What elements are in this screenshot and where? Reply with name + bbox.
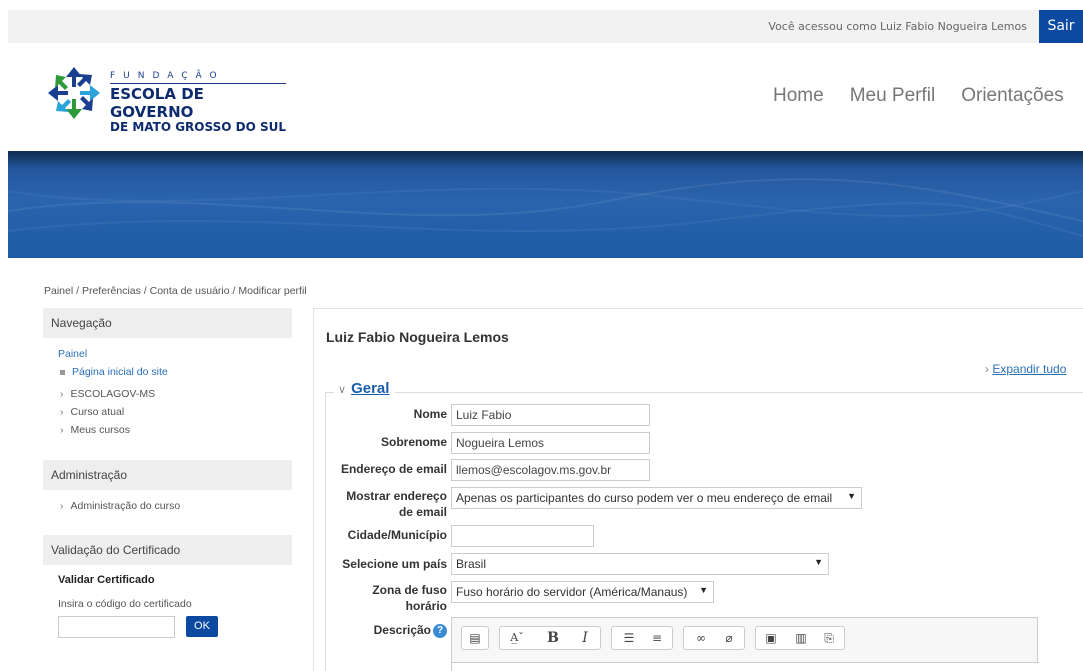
file-manager-icon[interactable]: ⎘ — [820, 630, 838, 646]
site-header: FUNDAÇÃO ESCOLA DE GOVERNO DE MATO GROSS… — [8, 43, 1083, 151]
logo-emblem-icon — [48, 67, 100, 119]
timezone-label-line-1: Zona de fuso — [372, 583, 447, 597]
image-icon[interactable]: ▣ — [762, 630, 780, 646]
show-more-buttons-icon[interactable]: ▤ — [466, 630, 484, 646]
certificate-block-title[interactable]: Validação do Certificado — [43, 535, 292, 565]
chevron-right-icon: › — [60, 500, 64, 512]
nav-item-meus-cursos[interactable]: › Meus cursos — [60, 424, 130, 436]
certificate-code-input[interactable] — [58, 616, 175, 638]
certificate-ok-button[interactable]: OK — [186, 616, 218, 637]
caret-down-icon: ▼ — [814, 557, 823, 567]
nav-item-curso-atual[interactable]: › Curso atual — [60, 406, 124, 418]
italic-icon[interactable]: I — [576, 630, 594, 646]
surname-label: Sobrenome — [380, 435, 447, 449]
logged-in-user-text: Você acessou como Luiz Fabio Nogueira Le… — [768, 20, 1027, 33]
media-icon[interactable]: ▥ — [792, 630, 810, 646]
country-label: Selecione um país — [342, 557, 447, 571]
name-label: Nome — [413, 407, 447, 421]
bold-icon[interactable]: B — [544, 630, 562, 646]
toolbar-group-1: ▤ — [461, 626, 489, 650]
description-label: Descrição? — [374, 622, 447, 638]
navigation-block-title[interactable]: Navegação — [43, 308, 292, 338]
country-select[interactable]: Brasil ▼ — [451, 553, 829, 575]
paragraph-style-icon[interactable]: A̲ˇ — [504, 630, 530, 646]
nav-orientacoes[interactable]: Orientações — [961, 85, 1063, 106]
top-bar: Você acessou como Luiz Fabio Nogueira Le… — [8, 10, 1083, 43]
city-label: Cidade/Município — [347, 528, 447, 542]
admin-item-course[interactable]: › Administração do curso — [60, 500, 180, 512]
logo-line-2: ESCOLA DE GOVERNO — [110, 85, 204, 121]
chevron-down-icon: ∨ — [338, 384, 347, 396]
main-nav: Home Meu Perfil Orientações — [773, 85, 1083, 107]
expand-all-label: Expandir tudo — [992, 362, 1067, 376]
ordered-list-icon[interactable]: ≡ — [648, 630, 666, 646]
general-section-toggle[interactable]: ∨ Geral — [334, 380, 396, 397]
banner-shadow — [8, 151, 1083, 169]
name-input[interactable]: Luiz Fabio — [451, 404, 650, 426]
nav-home[interactable]: Home — [773, 85, 824, 106]
caret-down-icon: ▼ — [847, 491, 856, 501]
toolbar-group-4: ∞ ⌀ — [683, 626, 745, 650]
toolbar-group-3: ☰ ≡ — [611, 626, 673, 650]
page-title: Luiz Fabio Nogueira Lemos — [326, 329, 509, 345]
timezone-label: Zona de fuso horário — [372, 582, 447, 614]
toolbar-group-2: A̲ˇ B I — [499, 626, 601, 650]
chevron-right-icon: › — [60, 424, 64, 436]
logo-text: FUNDAÇÃO ESCOLA DE GOVERNO DE MATO GROSS… — [110, 71, 286, 134]
email-label: Endereço de email — [340, 462, 447, 476]
nav-painel-link[interactable]: Painel — [58, 348, 87, 360]
breadcrumb[interactable]: Painel / Preferências / Conta de usuário… — [44, 285, 307, 297]
nav-item-label: Meus cursos — [70, 424, 131, 436]
show-email-label-line-1: Mostrar endereço — [346, 489, 447, 503]
show-email-label-line-2: de email — [398, 505, 447, 519]
nav-item-site-home[interactable]: Página inicial do site — [60, 366, 168, 378]
show-email-label: Mostrar endereço de email — [346, 488, 447, 520]
certificate-subtitle: Validar Certificado — [58, 574, 155, 586]
nav-item-label: Página inicial do site — [72, 366, 168, 378]
show-email-select[interactable]: Apenas os participantes do curso podem v… — [451, 487, 862, 509]
site-logo[interactable]: FUNDAÇÃO ESCOLA DE GOVERNO DE MATO GROSS… — [46, 65, 286, 134]
header-banner — [8, 151, 1083, 258]
link-icon[interactable]: ∞ — [692, 630, 710, 646]
expand-all-link[interactable]: › Expandir tudo — [985, 362, 1066, 376]
editor-text-area[interactable] — [452, 662, 1039, 671]
help-icon[interactable]: ? — [433, 623, 447, 638]
admin-item-label: Administração do curso — [70, 500, 181, 512]
nav-item-label: Curso atual — [70, 406, 125, 418]
nav-meu-perfil[interactable]: Meu Perfil — [850, 85, 936, 106]
description-label-text: Descrição — [373, 623, 431, 637]
nav-item-label: ESCOLAGOV-MS — [70, 388, 156, 400]
bullet-icon — [60, 369, 65, 375]
timezone-selected: Fuso horário do servidor (América/Manaus… — [456, 585, 688, 599]
logo-line-3: DE MATO GROSSO DO SUL — [110, 120, 286, 134]
administration-block-title[interactable]: Administração — [43, 460, 292, 490]
general-section-title: Geral — [351, 380, 390, 397]
caret-down-icon: ▼ — [699, 585, 708, 595]
chevron-right-icon: › — [60, 388, 64, 400]
email-input[interactable]: llemos@escolagov.ms.gov.br — [451, 459, 650, 481]
timezone-select[interactable]: Fuso horário do servidor (América/Manaus… — [451, 581, 714, 603]
nav-item-escolagov[interactable]: › ESCOLAGOV-MS — [60, 388, 155, 400]
chevron-right-icon: › — [60, 406, 64, 418]
certificate-instruction: Insira o código do certificado — [58, 598, 192, 610]
surname-input[interactable]: Nogueira Lemos — [451, 432, 650, 454]
unordered-list-icon[interactable]: ☰ — [620, 630, 638, 646]
city-input[interactable] — [451, 525, 594, 547]
unlink-icon[interactable]: ⌀ — [720, 630, 738, 646]
logout-button[interactable]: Sair — [1039, 10, 1083, 43]
timezone-label-line-2: horário — [405, 599, 447, 613]
description-editor: ▤ A̲ˇ B I ☰ ≡ ∞ ⌀ ▣ ▥ ⎘ — [451, 617, 1039, 671]
logo-line-1: FUNDAÇÃO — [110, 71, 286, 84]
country-selected: Brasil — [456, 557, 487, 571]
show-email-selected: Apenas os participantes do curso podem v… — [456, 491, 833, 505]
toolbar-group-5: ▣ ▥ ⎘ — [755, 626, 845, 650]
